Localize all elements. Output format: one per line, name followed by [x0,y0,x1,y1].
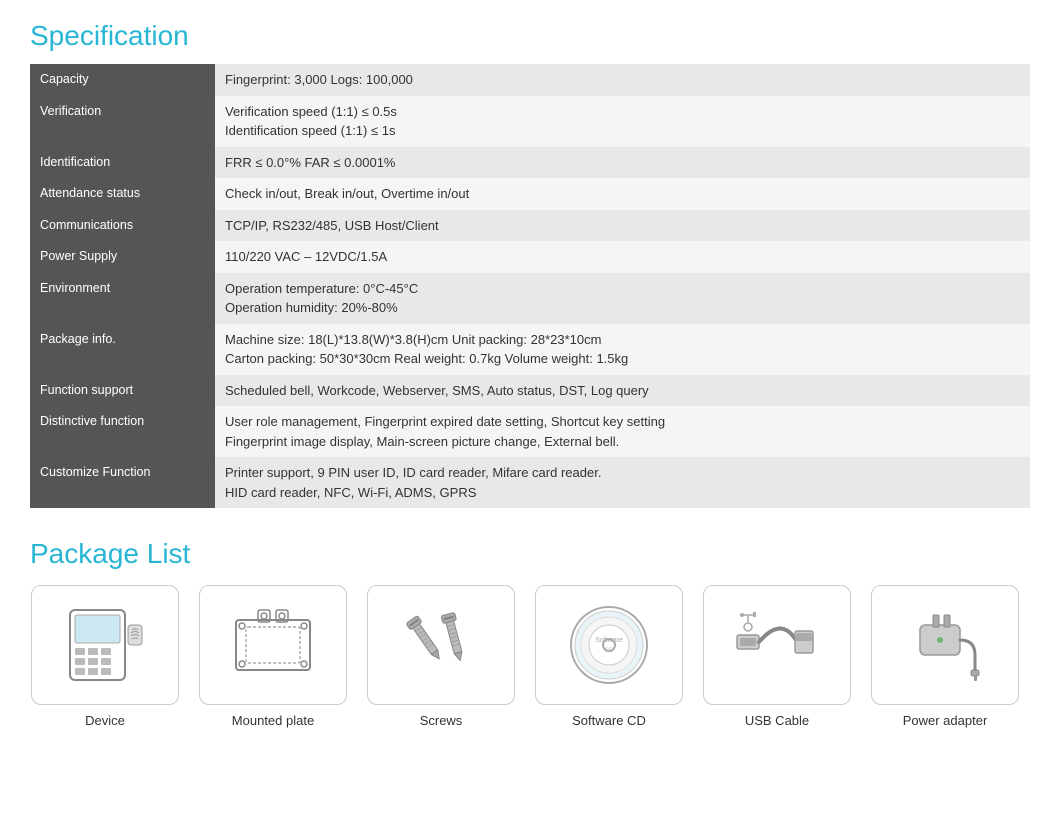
spec-value: 110/220 VAC – 12VDC/1.5A [215,241,1030,273]
power-adapter-icon [871,585,1019,705]
spec-label: Capacity [30,64,215,96]
list-item: USB Cable [702,585,852,728]
device-icon [31,585,179,705]
table-row: Attendance statusCheck in/out, Break in/… [30,178,1030,210]
package-section: Package List [30,538,1030,728]
table-row: Power Supply110/220 VAC – 12VDC/1.5A [30,241,1030,273]
spec-label: Package info. [30,324,215,375]
spec-label: Power Supply [30,241,215,273]
spec-title: Specification [30,20,1030,52]
package-item-label: Device [85,713,125,728]
spec-value: User role management, Fingerprint expire… [215,406,1030,457]
spec-value: TCP/IP, RS232/485, USB Host/Client [215,210,1030,242]
package-item-label: Software CD [572,713,646,728]
spec-value: Printer support, 9 PIN user ID, ID card … [215,457,1030,508]
spec-label: Function support [30,375,215,407]
list-item: Software CD Software CD [534,585,684,728]
table-row: CommunicationsTCP/IP, RS232/485, USB Hos… [30,210,1030,242]
spec-label: Customize Function [30,457,215,508]
spec-label: Verification [30,96,215,147]
table-row: Package info.Machine size: 18(L)*13.8(W)… [30,324,1030,375]
package-title: Package List [30,538,1030,570]
table-row: Function supportScheduled bell, Workcode… [30,375,1030,407]
spec-value: Fingerprint: 3,000 Logs: 100,000 [215,64,1030,96]
svg-text:CD: CD [605,648,614,654]
spec-value: Verification speed (1:1) ≤ 0.5sIdentific… [215,96,1030,147]
table-row: IdentificationFRR ≤ 0.0°% FAR ≤ 0.0001% [30,147,1030,179]
spec-label: Distinctive function [30,406,215,457]
list-item: Power adapter [870,585,1020,728]
package-item-label: Power adapter [903,713,988,728]
list-item: Screws [366,585,516,728]
package-item-label: Mounted plate [232,713,314,728]
spec-label: Attendance status [30,178,215,210]
list-item: Mounted plate [198,585,348,728]
spec-value: Check in/out, Break in/out, Overtime in/… [215,178,1030,210]
table-row: Customize FunctionPrinter support, 9 PIN… [30,457,1030,508]
list-item: Device [30,585,180,728]
table-row: EnvironmentOperation temperature: 0°C-45… [30,273,1030,324]
spec-label: Environment [30,273,215,324]
usb-cable-icon [703,585,851,705]
svg-text:Software: Software [595,637,623,644]
specification-table: CapacityFingerprint: 3,000 Logs: 100,000… [30,64,1030,508]
spec-value: Scheduled bell, Workcode, Webserver, SMS… [215,375,1030,407]
mounted-plate-icon [199,585,347,705]
cd-icon: Software CD [535,585,683,705]
spec-value: FRR ≤ 0.0°% FAR ≤ 0.0001% [215,147,1030,179]
spec-value: Machine size: 18(L)*13.8(W)*3.8(H)cm Uni… [215,324,1030,375]
table-row: VerificationVerification speed (1:1) ≤ 0… [30,96,1030,147]
spec-label: Communications [30,210,215,242]
table-row: Distinctive functionUser role management… [30,406,1030,457]
table-row: CapacityFingerprint: 3,000 Logs: 100,000 [30,64,1030,96]
spec-value: Operation temperature: 0°C-45°COperation… [215,273,1030,324]
package-items-container: Device Mounted plate [30,585,1030,728]
package-item-label: USB Cable [745,713,809,728]
package-item-label: Screws [420,713,463,728]
spec-label: Identification [30,147,215,179]
screws-icon [367,585,515,705]
